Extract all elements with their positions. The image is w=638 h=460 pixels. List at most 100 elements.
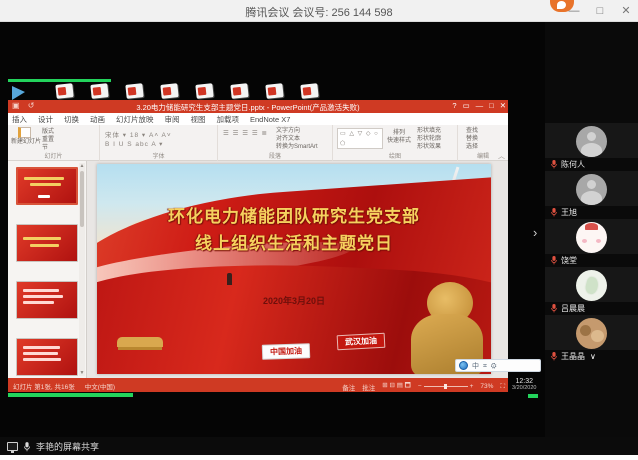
- current-slide: 环化电力储能团队研究生党支部 线上组织生活和主题党日 2020年3月20日 中国…: [97, 164, 491, 374]
- participants-sidebar: 陈何人 王旭 饶堂 吕: [545, 22, 638, 437]
- zoom-in-button[interactable]: +: [470, 383, 474, 390]
- tab-addins[interactable]: 加载项: [217, 114, 240, 125]
- minimize-button[interactable]: —: [566, 3, 582, 19]
- desktop-ppt-file-icon[interactable]: [300, 83, 318, 99]
- share-owner-label: 李艳的屏幕共享: [36, 440, 99, 453]
- desktop-ppt-file-icon[interactable]: [55, 83, 73, 99]
- desktop-ppt-file-icon[interactable]: [125, 83, 143, 99]
- zoom-percentage[interactable]: 73%: [480, 383, 493, 390]
- paragraph-align-controls[interactable]: ☰ ☰ ☰ ☰ ≣: [223, 129, 268, 137]
- ppt-titlebar: ▣ ↺ 3.20电力储能研究生支部主题党日.pptx - PowerPoint(…: [8, 100, 508, 113]
- slide-thumbnail-2[interactable]: [16, 224, 78, 262]
- input-method-bar[interactable]: 中 ⌗ ⚙: [455, 359, 541, 372]
- quick-styles-button[interactable]: 快速样式: [387, 137, 411, 145]
- new-slide-icon: [18, 127, 31, 138]
- view-mode-icons[interactable]: ⊞ ⊟ ▤ 🗖: [382, 381, 411, 392]
- maximize-button[interactable]: □: [592, 3, 608, 19]
- avatar: [576, 126, 607, 157]
- text-direction-button[interactable]: 文字方向: [276, 127, 318, 135]
- participant-label: 王旭: [545, 206, 638, 218]
- replace-button[interactable]: 替换: [466, 135, 478, 143]
- select-button[interactable]: 选择: [466, 143, 478, 151]
- desktop-ppt-file-icon[interactable]: [90, 83, 108, 99]
- avatar: [576, 174, 607, 205]
- share-border-bottom: [8, 393, 133, 397]
- globe-icon[interactable]: [459, 361, 468, 370]
- layout-button[interactable]: 版式: [42, 128, 54, 136]
- participant-label: 饶堂: [545, 254, 638, 266]
- desktop-ppt-file-icon[interactable]: [230, 83, 248, 99]
- tab-design[interactable]: 设计: [38, 114, 53, 125]
- participant-label: 王晶晶 ∨: [545, 350, 638, 362]
- mic-muted-icon: [550, 351, 558, 361]
- desktop-shortcut-media-icon[interactable]: [12, 86, 25, 100]
- avatar: [576, 222, 607, 253]
- find-button[interactable]: 查找: [466, 127, 478, 135]
- ribbon-group-drawing: ▭ △ ▽ ◇ ○ ⬠ ☆ ⌒ ↔ { } ▹ 排列 快速样式 形状填充 形状轮…: [333, 125, 458, 161]
- app-window: 腾讯会议 会议号: 256 144 598 — □ ✕ ▣ ↺ 3.20电力储能…: [0, 0, 638, 460]
- participant-name: 吕晨晨: [561, 303, 585, 314]
- participant-tile[interactable]: 王晶晶 ∨: [545, 315, 638, 362]
- mic-muted-icon: [550, 255, 558, 265]
- ribbon-collapse-arrow[interactable]: ︿: [498, 151, 505, 161]
- taskbar-clock: 12:32 3/20/2020: [512, 378, 536, 391]
- desktop-ppt-file-icon[interactable]: [265, 83, 283, 99]
- tab-animations[interactable]: 动画: [90, 114, 105, 125]
- language-indicator[interactable]: 中文(中国): [85, 381, 115, 391]
- desktop-ppt-file-icon[interactable]: [160, 83, 178, 99]
- fit-to-window-button[interactable]: ⛶: [500, 383, 505, 391]
- ppt-help-button[interactable]: ?: [452, 101, 456, 110]
- participant-tile[interactable]: 陈何人: [545, 123, 638, 170]
- ppt-quick-access-toolbar[interactable]: ▣ ↺: [12, 101, 37, 110]
- tab-review[interactable]: 审阅: [165, 114, 180, 125]
- ppt-status-bar: 幻灯片 第1张, 共16张 中文(中国) 备注 批注 ⊞ ⊟ ▤ 🗖 − + 7…: [8, 378, 508, 392]
- slide-thumbnail-4[interactable]: [16, 338, 78, 376]
- ppt-menu-bar: 插入 设计 切换 动画 幻灯片放映 审阅 视图 加载项 EndNote X7: [8, 113, 508, 125]
- avatar: [576, 270, 607, 301]
- tab-transitions[interactable]: 切换: [64, 114, 79, 125]
- slide-thumbnail-3[interactable]: [16, 281, 78, 319]
- new-slide-button[interactable]: 新建幻灯片: [11, 127, 37, 146]
- notes-toggle[interactable]: 备注: [342, 382, 355, 392]
- zoom-track[interactable]: [424, 386, 468, 387]
- ppt-close-button[interactable]: ✕: [500, 101, 506, 110]
- thumbnail-scrollbar[interactable]: ▲ ▼: [79, 163, 85, 376]
- participant-tile[interactable]: 王旭: [545, 171, 638, 218]
- ppt-minimize-button[interactable]: —: [476, 101, 484, 110]
- participant-tile[interactable]: 吕晨晨: [545, 267, 638, 314]
- zoom-knob[interactable]: [444, 384, 447, 389]
- zoom-out-button[interactable]: −: [418, 383, 422, 390]
- ppt-maximize-button[interactable]: □: [489, 101, 494, 110]
- reset-button[interactable]: 重置: [42, 136, 54, 144]
- zoom-slider[interactable]: − +: [418, 383, 474, 390]
- font-name-size-controls[interactable]: 宋体 ▾ 18 ▾ A˄ A˅: [105, 129, 172, 139]
- chevron-down-icon[interactable]: ∨: [590, 352, 596, 361]
- participant-tile[interactable]: 饶堂: [545, 219, 638, 266]
- ppt-ribbon: 新建幻灯片 版式 重置 节 幻灯片 宋体 ▾ 18 ▾ A˄ A˅ B I U …: [8, 125, 508, 161]
- shape-outline-button[interactable]: 形状轮廓: [417, 135, 441, 143]
- sidebar-collapse-arrow[interactable]: ›: [533, 225, 537, 240]
- bottom-strip: [0, 455, 638, 460]
- ime-mode-icons[interactable]: 中 ⌗ ⚙: [472, 361, 498, 371]
- tab-insert[interactable]: 插入: [12, 114, 27, 125]
- smartart-button[interactable]: 转换为SmartArt: [276, 143, 318, 151]
- tab-slideshow[interactable]: 幻灯片放映: [116, 114, 154, 125]
- desktop-ppt-file-icon[interactable]: [195, 83, 213, 99]
- participant-name: 王晶晶: [561, 351, 585, 362]
- arrange-button[interactable]: 排列: [387, 129, 411, 137]
- silhouette-figure: [227, 273, 232, 285]
- wuhan-jiayou-badge: 武汉加油: [337, 333, 386, 350]
- ppt-ribbon-options-button[interactable]: ▭: [463, 101, 470, 110]
- comments-toggle[interactable]: 批注: [362, 382, 375, 392]
- close-button[interactable]: ✕: [618, 3, 634, 19]
- slide-thumbnail-1[interactable]: [16, 167, 78, 205]
- tab-endnote[interactable]: EndNote X7: [250, 115, 290, 124]
- font-style-controls[interactable]: B I U S abc A ▾: [105, 140, 163, 148]
- align-text-button[interactable]: 对齐文本: [276, 135, 318, 143]
- meeting-title: 腾讯会议 会议号: 256 144 598: [0, 4, 638, 20]
- shape-effects-button[interactable]: 形状效果: [417, 143, 441, 151]
- shape-fill-button[interactable]: 形状填充: [417, 127, 441, 135]
- shapes-gallery[interactable]: ▭ △ ▽ ◇ ○ ⬠ ☆ ⌒ ↔ { } ▹: [337, 128, 383, 149]
- ribbon-group-slides: 新建幻灯片 版式 重置 节 幻灯片: [8, 125, 100, 161]
- tab-view[interactable]: 视图: [191, 114, 206, 125]
